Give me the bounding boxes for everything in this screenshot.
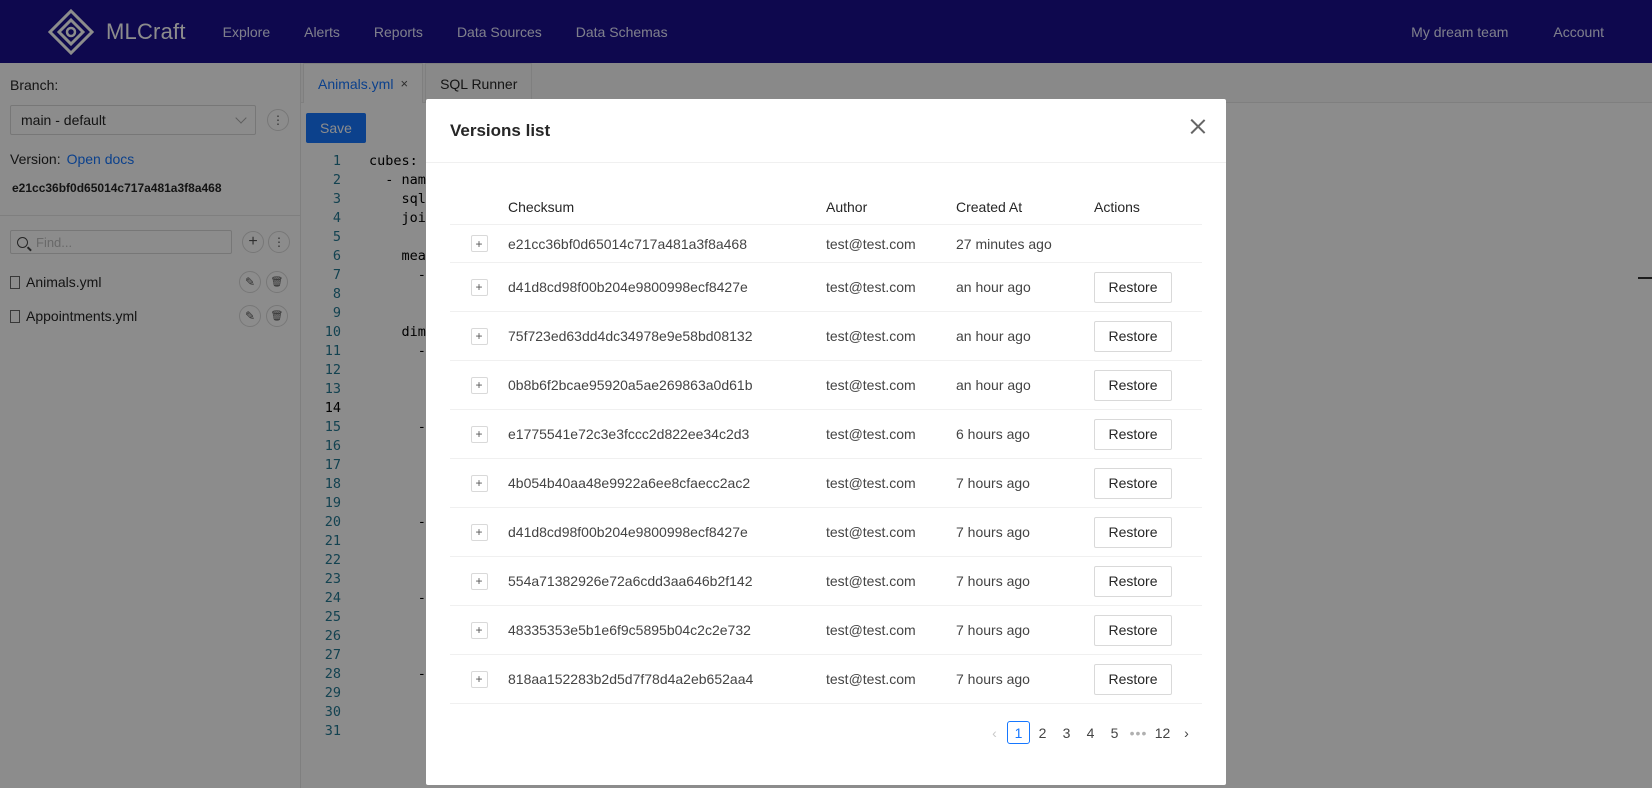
created-at-cell: 27 minutes ago	[956, 235, 1052, 252]
table-row: +554a71382926e72a6cdd3aa646b2f142 test@te…	[450, 557, 1202, 606]
pagination: ‹ 1 2 3 4 5 ••• 12 ›	[982, 721, 1198, 744]
created-at-cell: 7 hours ago	[956, 671, 1030, 687]
table-row: + e21cc36bf0d65014c717a481a3f8a468 test@te…	[450, 225, 1202, 263]
expand-cell: +	[450, 572, 508, 590]
actions-cell: Restore	[1094, 271, 1202, 303]
author-cell: test@test.com	[826, 573, 916, 589]
author-cell: test@test.com	[826, 377, 916, 393]
author-cell: test@test.com	[826, 328, 916, 344]
page-2-button[interactable]: 2	[1031, 721, 1054, 744]
actions-cell: Restore	[1094, 614, 1202, 646]
expand-cell: +	[450, 621, 508, 639]
column-actions: Actions	[1094, 198, 1140, 215]
created-at-cell: an hour ago	[956, 279, 1031, 295]
page-4-button[interactable]: 4	[1079, 721, 1102, 744]
expand-row-button[interactable]: +	[470, 327, 488, 345]
table-row: + d41d8cd98f00b204e9800998ecf8427e test@te…	[450, 263, 1202, 312]
expand-cell: +	[450, 670, 508, 688]
checksum-cell: e1775541e72c3e3fccc2d822ee34c2d3	[508, 426, 750, 442]
expand-row-button[interactable]: +	[470, 474, 488, 492]
close-icon[interactable]	[1190, 119, 1206, 135]
actions-cell: Restore	[1094, 663, 1202, 695]
checksum-cell: 48335353e5b1e6f9c5895b04c2c2e732	[508, 622, 751, 638]
restore-button[interactable]: Restore	[1094, 516, 1172, 548]
page-ellipsis[interactable]: •••	[1127, 721, 1150, 744]
actions-cell: Restore	[1094, 516, 1202, 548]
author-cell: test@test.com	[826, 671, 916, 687]
restore-button[interactable]: Restore	[1094, 467, 1172, 499]
created-at-cell: 7 hours ago	[956, 524, 1030, 540]
actions-cell: Restore	[1094, 565, 1202, 597]
table-header: Checksum Author Created At Actions	[450, 189, 1202, 225]
column-created-at: Created At	[956, 198, 1023, 215]
expand-cell: +	[450, 235, 508, 252]
checksum-cell: e21cc36bf0d65014c717a481a3f8a468	[508, 235, 748, 252]
created-at-cell: 7 hours ago	[956, 622, 1030, 638]
table-body: + e21cc36bf0d65014c717a481a3f8a468 test@te…	[450, 225, 1202, 704]
author-cell: test@test.com	[826, 475, 916, 491]
modal-title: Versions list	[450, 120, 551, 140]
restore-button[interactable]: Restore	[1094, 271, 1172, 303]
checksum-cell: d41d8cd98f00b204e9800998ecf8427e	[508, 524, 748, 540]
restore-button[interactable]: Restore	[1094, 320, 1172, 352]
restore-button[interactable]: Restore	[1094, 614, 1172, 646]
column-checksum: Checksum	[508, 198, 575, 215]
expand-row-button[interactable]: +	[470, 572, 488, 590]
checksum-cell: 818aa152283b2d5d7f78d4a2eb652aa4	[508, 671, 754, 687]
actions-cell: Restore	[1094, 418, 1202, 450]
expand-row-button[interactable]: +	[470, 235, 488, 252]
table-row: + d41d8cd98f00b204e9800998ecf8427e test@te…	[450, 508, 1202, 557]
checksum-cell: 0b8b6f2bcae95920a5ae269863a0d61b	[508, 377, 753, 393]
actions-cell: Restore	[1094, 369, 1202, 401]
table-row: +4b054b40aa48e9922a6ee8cfaecc2ac2 test@te…	[450, 459, 1202, 508]
column-author: Author	[826, 198, 868, 215]
expand-cell: +	[450, 376, 508, 394]
expand-cell: +	[450, 523, 508, 541]
expand-row-button[interactable]: +	[470, 670, 488, 688]
table-row: +0b8b6f2bcae95920a5ae269863a0d61b test@te…	[450, 361, 1202, 410]
restore-button[interactable]: Restore	[1094, 418, 1172, 450]
expand-row-button[interactable]: +	[470, 376, 488, 394]
table-row: +48335353e5b1e6f9c5895b04c2c2e732 test@te…	[450, 606, 1202, 655]
expand-cell: +	[450, 425, 508, 443]
author-cell: test@test.com	[826, 279, 916, 295]
checksum-cell: 554a71382926e72a6cdd3aa646b2f142	[508, 573, 753, 589]
created-at-cell: 7 hours ago	[956, 573, 1030, 589]
page-3-button[interactable]: 3	[1055, 721, 1078, 744]
author-cell: test@test.com	[826, 235, 916, 252]
table-row: +75f723ed63dd4dc34978e9e58bd08132 test@te…	[450, 312, 1202, 361]
checksum-cell: 4b054b40aa48e9922a6ee8cfaecc2ac2	[508, 475, 751, 491]
expand-row-button[interactable]: +	[470, 278, 488, 296]
created-at-cell: 7 hours ago	[956, 475, 1030, 491]
author-cell: test@test.com	[826, 524, 916, 540]
actions-cell: Restore	[1094, 320, 1202, 352]
versions-modal: Versions list Checksum Author Created At…	[426, 99, 1226, 785]
prev-page-button[interactable]: ‹	[983, 721, 1006, 744]
created-at-cell: an hour ago	[956, 377, 1031, 393]
table-row: + e1775541e72c3e3fccc2d822ee34c2d3 test@te…	[450, 410, 1202, 459]
expand-row-button[interactable]: +	[470, 425, 488, 443]
restore-button[interactable]: Restore	[1094, 565, 1172, 597]
expand-cell: +	[450, 327, 508, 345]
page-12-button[interactable]: 12	[1151, 721, 1174, 744]
expand-cell: +	[450, 474, 508, 492]
created-at-cell: an hour ago	[956, 328, 1031, 344]
table-row: +818aa152283b2d5d7f78d4a2eb652aa4 test@te…	[450, 655, 1202, 704]
author-cell: test@test.com	[826, 622, 916, 638]
page-5-button[interactable]: 5	[1103, 721, 1126, 744]
next-page-button[interactable]: ›	[1175, 721, 1198, 744]
expand-row-button[interactable]: +	[470, 523, 488, 541]
expand-row-button[interactable]: +	[470, 621, 488, 639]
page-1-button[interactable]: 1	[1007, 721, 1030, 744]
actions-cell: Restore	[1094, 467, 1202, 499]
expand-cell: +	[450, 278, 508, 296]
checksum-cell: 75f723ed63dd4dc34978e9e58bd08132	[508, 328, 753, 344]
created-at-cell: 6 hours ago	[956, 426, 1030, 442]
author-cell: test@test.com	[826, 426, 916, 442]
restore-button[interactable]: Restore	[1094, 369, 1172, 401]
restore-button[interactable]: Restore	[1094, 663, 1172, 695]
versions-table: Checksum Author Created At Actions + e21c…	[450, 189, 1202, 704]
checksum-cell: d41d8cd98f00b204e9800998ecf8427e	[508, 279, 748, 295]
